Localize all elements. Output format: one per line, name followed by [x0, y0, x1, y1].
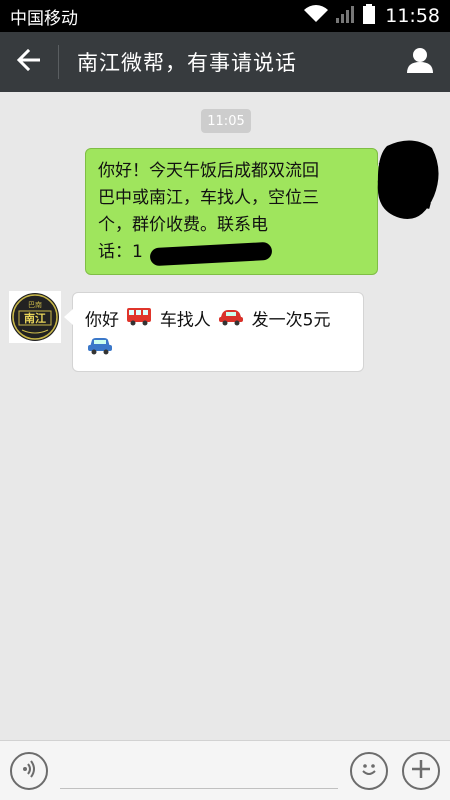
message-text: 你好: [85, 310, 119, 331]
red-car-icon: [218, 306, 244, 335]
voice-icon: [19, 759, 39, 783]
plus-icon: [410, 758, 432, 784]
voice-button[interactable]: [10, 751, 48, 790]
emoji-button[interactable]: [350, 751, 388, 790]
status-icons: 11:58: [303, 4, 440, 28]
person-icon: [406, 46, 434, 78]
blue-car-icon: [87, 335, 113, 364]
status-time: 11:58: [385, 5, 440, 27]
message-text: 车找人: [159, 310, 211, 331]
sender-avatar[interactable]: 巴南 南江: [9, 291, 61, 343]
message-line: 你好！今天午饭后成都双流回: [98, 161, 319, 181]
svg-text:南江: 南江: [24, 311, 46, 325]
signal-icon: [335, 4, 357, 28]
message-line: 个，群价收费。联系电: [98, 215, 268, 235]
profile-button[interactable]: [390, 32, 450, 92]
chat-header: 南江微帮，有事请说话: [0, 32, 450, 92]
message-timestamp: 11:05: [201, 109, 251, 133]
svg-text:巴南: 巴南: [28, 300, 42, 309]
carrier-name: 中国移动: [10, 8, 78, 29]
chat-title: 南江微帮，有事请说话: [77, 51, 297, 75]
message-text: 发一次5元: [251, 310, 331, 331]
wifi-icon: [303, 4, 329, 28]
status-bar: 中国移动 11:58: [0, 0, 450, 32]
back-button[interactable]: [0, 32, 58, 92]
bus-icon: [126, 306, 152, 335]
message-line: 巴中或南江，车找人，空位三: [98, 188, 319, 208]
self-avatar-redacted[interactable]: [372, 136, 442, 226]
input-bar: [0, 740, 450, 800]
incoming-message[interactable]: 你好 车找人 发一次5元: [64, 292, 364, 372]
message-input[interactable]: [60, 752, 338, 789]
battery-icon: [363, 4, 376, 28]
add-button[interactable]: [402, 751, 440, 790]
emoji-icon: [357, 757, 381, 785]
arrow-left-icon: [16, 48, 41, 75]
